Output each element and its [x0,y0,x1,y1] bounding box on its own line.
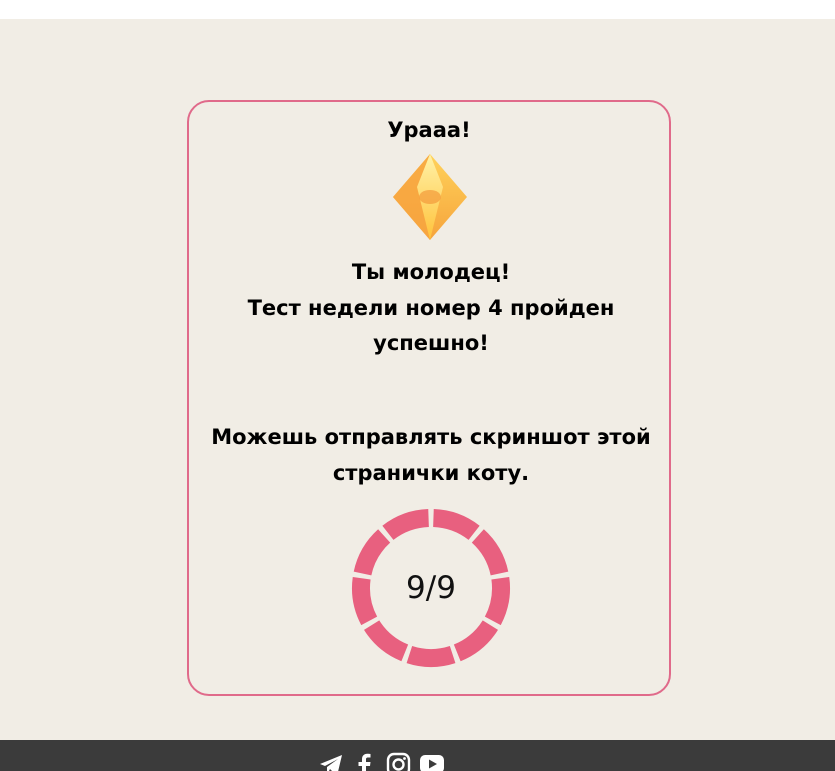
facebook-icon[interactable] [356,752,372,771]
telegram-icon[interactable] [318,752,344,771]
screenshot-instruction: Можешь отправлять скриншот этой страничк… [211,425,651,485]
result-card: Урааа! Ты молодец! Тест недели номер 4 п… [187,100,671,696]
footer [0,740,835,771]
main-area: Урааа! Ты молодец! Тест недели номер 4 п… [0,19,835,740]
congrats-line-2: Тест недели номер 4 пройден успешно! [247,295,615,356]
congrats-line-1: Ты молодец! [351,260,511,284]
youtube-icon[interactable] [419,752,445,771]
top-strip [0,0,835,19]
score-value: 9/9 [406,570,456,606]
congrats-text: Ты молодец! Тест недели номер 4 пройден … [209,255,653,362]
card-title: Урааа! [387,118,471,142]
instagram-icon[interactable] [386,752,411,771]
crystal-icon [393,154,467,240]
